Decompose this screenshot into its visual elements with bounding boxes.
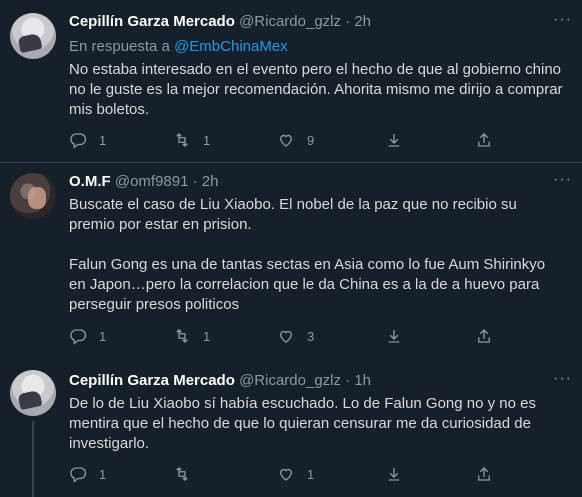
tweet-header: O.M.F @omf9891 · 2h [69,173,218,190]
timestamp[interactable]: 2h [202,173,219,190]
more-icon[interactable]: ··· [553,171,572,189]
user-handle[interactable]: @Ricardo_gzlz [239,372,341,389]
reply-button[interactable]: 1 [69,327,106,345]
retweet-icon [176,467,188,481]
thread-line [32,421,34,497]
user-handle[interactable]: @Ricardo_gzlz [239,13,341,30]
reply-context: En respuesta a @EmbChinaMex [69,38,288,55]
share-icon [478,467,490,481]
tweet-text: No estaba interesado en el evento pero e… [69,61,563,118]
share-icon [478,133,490,147]
bookmark-button[interactable] [385,327,403,345]
tweet-header: Cepillín Garza Mercado @Ricardo_gzlz · 2… [69,13,371,30]
share-icon [478,329,490,343]
bookmark-button[interactable] [385,465,403,483]
display-name[interactable]: O.M.F [69,173,111,190]
timestamp[interactable]: 1h [354,372,371,389]
avatar[interactable] [10,13,56,59]
tweet-text: De lo de Liu Xiaobo sí había escuchado. … [69,395,536,452]
retweet-count: 1 [203,132,211,148]
separator: · [345,13,351,30]
reply-count: 1 [99,132,107,148]
more-icon[interactable]: ··· [553,11,572,29]
like-count: 1 [307,466,315,482]
mention-link[interactable]: @EmbChinaMex [174,38,288,55]
like-count: 3 [307,328,315,344]
retweet-icon [176,133,188,147]
reply-button[interactable]: 1 [69,131,106,149]
bookmark-button[interactable] [385,131,403,149]
retweet-count: 1 [203,328,211,344]
like-button[interactable]: 3 [277,327,314,345]
timestamp[interactable]: 2h [354,13,371,30]
reply-button[interactable]: 1 [69,465,106,483]
bookmark-icon [388,134,400,147]
tweet[interactable]: Cepillín Garza Mercado @Ricardo_gzlz · 2… [0,0,582,163]
retweet-button[interactable] [173,465,203,483]
action-bar: 1 1 3 [69,327,509,347]
share-button[interactable] [475,327,493,345]
avatar[interactable] [10,173,56,219]
retweet-button[interactable]: 1 [173,131,210,149]
retweet-icon [176,329,188,343]
display-name[interactable]: Cepillín Garza Mercado [69,372,235,389]
avatar[interactable] [10,370,56,416]
display-name[interactable]: Cepillín Garza Mercado [69,13,235,30]
separator: · [345,372,351,389]
reply-icon [70,467,87,483]
like-count: 9 [307,132,315,148]
like-icon [280,468,292,481]
share-button[interactable] [475,131,493,149]
like-icon [280,330,292,343]
tweet[interactable]: Cepillín Garza Mercado @Ricardo_gzlz · 1… [0,359,582,497]
like-button[interactable]: 1 [277,465,314,483]
reply-count: 1 [99,328,107,344]
tweet[interactable]: O.M.F @omf9891 · 2h ··· Buscate el caso … [0,163,582,359]
action-bar: 1 1 9 [69,131,509,151]
reply-icon [70,329,87,345]
share-button[interactable] [475,465,493,483]
action-bar: 1 1 [69,465,509,485]
like-icon [280,134,292,147]
separator: · [192,173,198,190]
bookmark-icon [388,468,400,481]
reply-icon [70,133,87,149]
bookmark-icon [388,330,400,343]
tweet-header: Cepillín Garza Mercado @Ricardo_gzlz · 1… [69,372,371,389]
retweet-button[interactable]: 1 [173,327,210,345]
tweet-text: Buscate el caso de Liu Xiaobo. El nobel … [69,196,546,313]
reply-count: 1 [99,466,107,482]
user-handle[interactable]: @omf9891 [115,173,189,190]
more-icon[interactable]: ··· [553,370,572,388]
like-button[interactable]: 9 [277,131,314,149]
reply-prefix: En respuesta a [69,38,175,55]
